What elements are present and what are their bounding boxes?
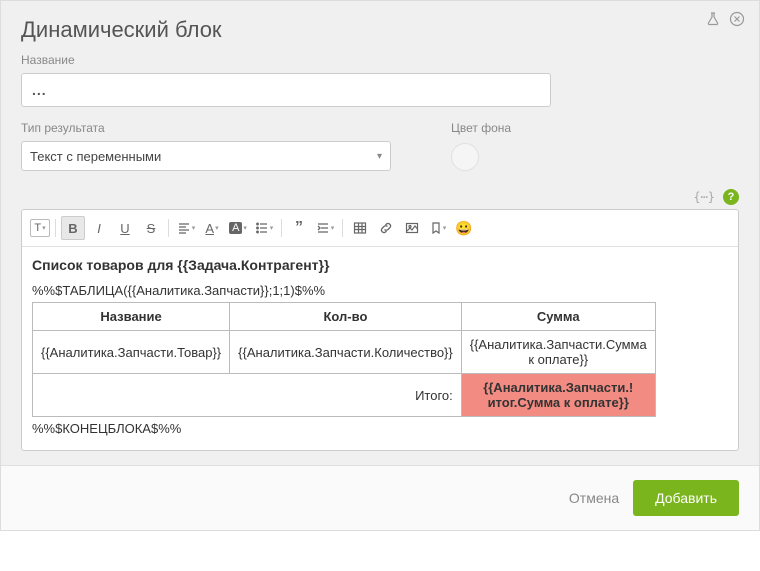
strikethrough-button[interactable]: S [139,216,163,240]
text-color-button[interactable]: A [200,216,224,240]
content-table: Название Кол-во Сумма {{Аналитика.Запчас… [32,302,656,417]
image-button[interactable] [400,216,424,240]
content-heading: Список товаров для {{Задача.Контрагент}} [32,257,728,273]
table-total-value: {{Аналитика.Запчасти.!итог.Сумма к оплат… [461,374,655,417]
table-row: {{Аналитика.Запчасти.Товар}} {{Аналитика… [33,331,656,374]
indent-button[interactable] [313,216,337,240]
editor-content[interactable]: Список товаров для {{Задача.Контрагент}}… [22,247,738,450]
content-line-after: %%$КОНЕЦБЛОКА$%% [32,421,728,436]
close-icon[interactable] [729,11,745,30]
bgcolor-label: Цвет фона [451,121,511,135]
flask-icon[interactable] [705,11,721,30]
bold-button[interactable]: B [61,216,85,240]
table-button[interactable] [348,216,372,240]
text-format-button[interactable]: T [30,219,50,237]
table-header-row: Название Кол-во Сумма [33,303,656,331]
table-total-label: Итого: [33,374,462,417]
bg-color-button[interactable]: A [226,216,250,240]
submit-button[interactable]: Добавить [633,480,739,516]
emoji-button[interactable]: 😀 [452,216,476,240]
table-cell: {{Аналитика.Запчасти.Количество}} [230,331,462,374]
table-header: Кол-во [230,303,462,331]
name-input[interactable] [21,73,551,107]
dialog-footer: Отмена Добавить [1,465,759,530]
bookmark-button[interactable] [426,216,450,240]
help-icon[interactable]: ? [723,189,739,205]
table-total-row: Итого: {{Аналитика.Запчасти.!итог.Сумма … [33,374,656,417]
dialog-header: Динамический блок [1,1,759,53]
bgcolor-swatch[interactable] [451,143,479,171]
underline-button[interactable]: U [113,216,137,240]
name-label: Название [21,53,739,67]
table-cell: {{Аналитика.Запчасти.Сумма к оплате}} [461,331,655,374]
table-header: Название [33,303,230,331]
list-button[interactable] [252,216,276,240]
code-brackets-icon[interactable]: {⋯} [693,190,715,204]
result-type-value: Текст с переменными [30,149,161,164]
link-button[interactable] [374,216,398,240]
form-section: Название Тип результата Текст с переменн… [1,53,759,181]
rich-editor: T B I U S A A ” [21,209,739,451]
result-type-label: Тип результата [21,121,391,135]
content-line-before: %%$ТАБЛИЦА({{Аналитика.Запчасти}};1;1)$%… [32,283,728,298]
result-type-select[interactable]: Текст с переменными [21,141,391,171]
align-button[interactable] [174,216,198,240]
dialog: Динамический блок Название Тип результат… [0,0,760,531]
cancel-button[interactable]: Отмена [569,490,619,506]
quote-button[interactable]: ” [287,216,311,240]
table-header: Сумма [461,303,655,331]
editor-toolbar: T B I U S A A ” [22,210,738,247]
editor-meta-icons: {⋯} ? [1,181,759,209]
italic-button[interactable]: I [87,216,111,240]
dialog-title: Динамический блок [21,17,739,43]
table-cell: {{Аналитика.Запчасти.Товар}} [33,331,230,374]
header-actions [705,11,745,30]
